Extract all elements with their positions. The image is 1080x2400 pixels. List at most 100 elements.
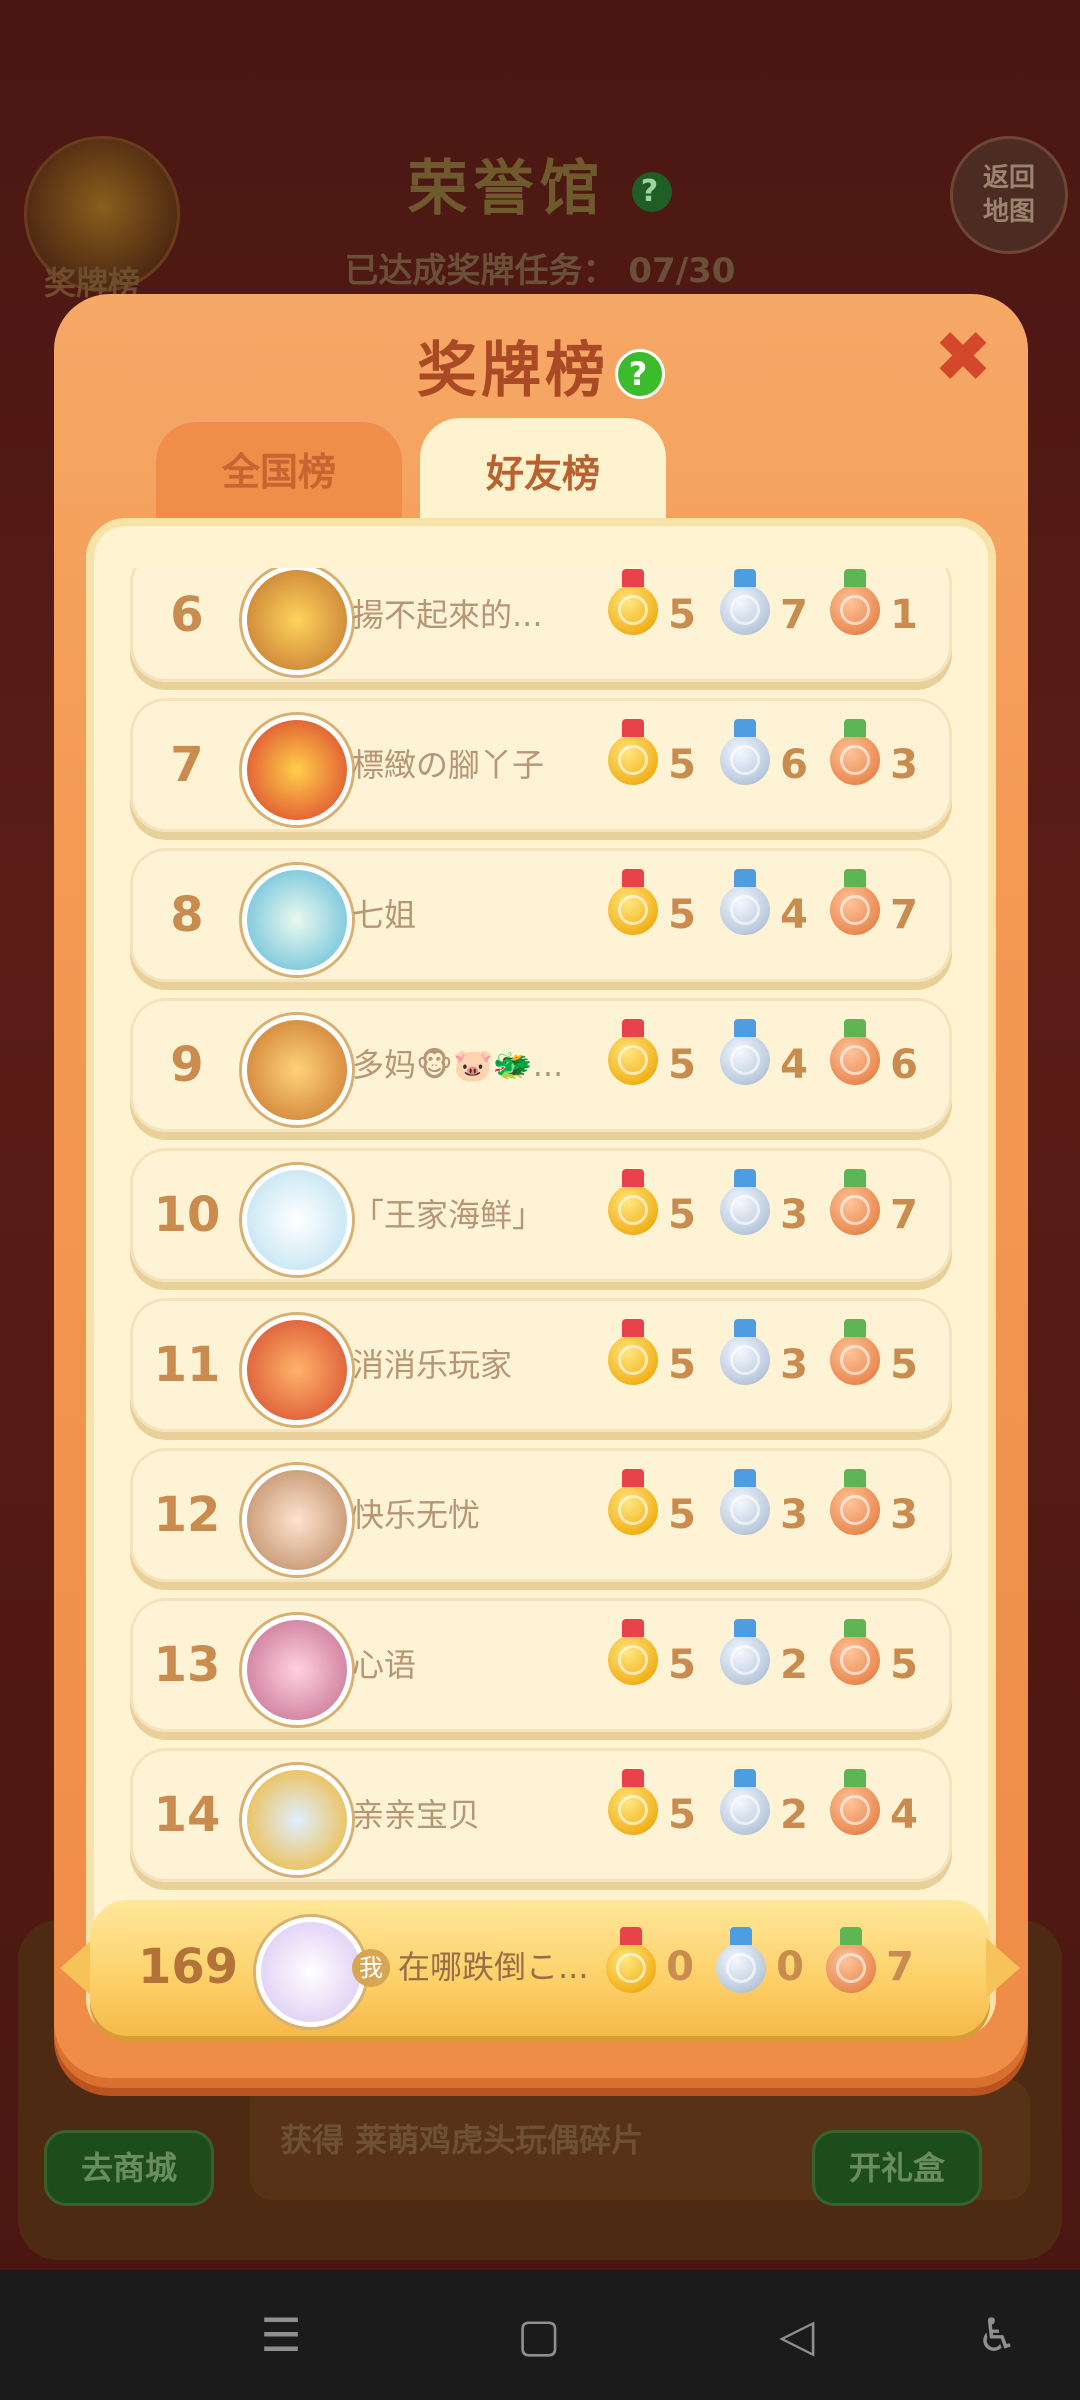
rank-number: 8	[170, 887, 204, 943]
silver-count: 4	[780, 892, 808, 938]
gold-medal-icon	[608, 719, 658, 785]
accessibility-icon[interactable]: ♿	[962, 2300, 1032, 2370]
medal-leaderboard-dialog: 奖牌榜? ✖ 全国榜 好友榜 6 揚不起來的... 5 7 1 7 標緻の腳丫子…	[54, 294, 1028, 2088]
silver-medal-icon	[720, 1619, 770, 1685]
back-to-map-button[interactable]: 返回 地图	[950, 136, 1068, 254]
hall-help-icon[interactable]: ?	[632, 172, 673, 213]
avatar[interactable]	[242, 715, 352, 825]
avatar[interactable]	[242, 1765, 352, 1875]
dialog-title: 奖牌榜?	[54, 322, 1028, 409]
silver-count: 6	[780, 742, 808, 788]
list-item[interactable]: 7 標緻の腳丫子 5 6 3	[130, 698, 952, 832]
bronze-count: 1	[890, 592, 918, 638]
player-name: 多妈🐵🐷🐲...	[352, 1046, 564, 1084]
list-item[interactable]: 14 亲亲宝贝 5 2 4	[130, 1748, 952, 1882]
list-item[interactable]: 6 揚不起來的... 5 7 1	[130, 568, 952, 682]
home-icon[interactable]: ▢	[504, 2300, 574, 2370]
player-name: 消消乐玩家	[352, 1346, 513, 1384]
player-name: 快乐无忧	[352, 1496, 481, 1534]
arrow-right-icon	[986, 1938, 1020, 1998]
me-badge: 我	[352, 1949, 390, 1987]
list-item[interactable]: 8 七姐 5 4 7	[130, 848, 952, 982]
rank-number: 11	[153, 1337, 221, 1393]
bronze-count: 5	[890, 1642, 918, 1688]
silver-count: 3	[780, 1492, 808, 1538]
menu-icon[interactable]: ☰	[246, 2300, 316, 2370]
bronze-medal-icon	[830, 1019, 880, 1085]
avatar[interactable]	[242, 865, 352, 975]
silver-medal-icon	[720, 719, 770, 785]
avatar[interactable]	[242, 1315, 352, 1425]
gold-medal-icon	[608, 1169, 658, 1235]
gold-medal-icon	[608, 1019, 658, 1085]
rank-number: 14	[153, 1787, 221, 1843]
hall-title: 荣誉馆 ?	[0, 140, 1080, 227]
gold-medal-icon	[608, 1469, 658, 1535]
list-item[interactable]: 9 多妈🐵🐷🐲... 5 4 6	[130, 998, 952, 1132]
list-item[interactable]: 11 消消乐玩家 5 3 5	[130, 1298, 952, 1432]
silver-medal-icon	[720, 1319, 770, 1385]
bronze-medal-icon	[826, 1927, 876, 1993]
silver-medal-icon	[716, 1927, 766, 1993]
help-icon[interactable]: ?	[615, 349, 665, 400]
tab-friends[interactable]: 好友榜	[420, 418, 666, 534]
avatar[interactable]	[242, 568, 352, 675]
my-gold-count: 0	[666, 1944, 694, 1990]
gold-count: 5	[668, 592, 696, 638]
shop-button[interactable]: 去商城	[44, 2130, 214, 2206]
close-icon[interactable]: ✖	[928, 322, 998, 392]
gold-count: 5	[668, 742, 696, 788]
leaderboard-list[interactable]: 6 揚不起來的... 5 7 1 7 標緻の腳丫子 5 6 3 8 七姐 5 4…	[130, 568, 952, 1898]
my-bronze-count: 7	[886, 1944, 914, 1990]
arrow-left-icon	[60, 1938, 94, 1998]
silver-count: 3	[780, 1192, 808, 1238]
bronze-medal-icon	[830, 1169, 880, 1235]
gold-medal-icon	[608, 1769, 658, 1835]
tab-national[interactable]: 全国榜	[156, 416, 402, 522]
bronze-count: 3	[890, 742, 918, 788]
my-silver-count: 0	[776, 1944, 804, 1990]
avatar[interactable]	[242, 1465, 352, 1575]
silver-medal-icon	[720, 869, 770, 935]
bronze-count: 3	[890, 1492, 918, 1538]
bronze-count: 7	[890, 892, 918, 938]
bronze-medal-icon	[830, 1619, 880, 1685]
silver-count: 7	[780, 592, 808, 638]
player-name: 標緻の腳丫子	[352, 746, 545, 784]
bronze-medal-icon	[830, 1319, 880, 1385]
bronze-count: 4	[890, 1792, 918, 1838]
gold-medal-icon	[608, 869, 658, 935]
bronze-medal-icon	[830, 569, 880, 635]
player-name: 「王家海鲜」	[352, 1196, 545, 1234]
my-rank-bar[interactable]: 169 我 在哪跌倒こ... 0 0 7	[60, 1900, 1020, 2036]
player-name: 亲亲宝贝	[352, 1796, 481, 1834]
bronze-count: 5	[890, 1342, 918, 1388]
rank-number: 13	[153, 1637, 221, 1693]
bronze-medal-icon	[830, 869, 880, 935]
silver-medal-icon	[720, 569, 770, 635]
my-rank-number: 169	[138, 1939, 239, 1995]
my-avatar[interactable]	[256, 1917, 366, 2027]
avatar[interactable]	[242, 1015, 352, 1125]
silver-medal-icon	[720, 1769, 770, 1835]
gold-medal-icon	[606, 1927, 656, 1993]
bronze-count: 7	[890, 1192, 918, 1238]
rank-number: 7	[170, 737, 204, 793]
list-item[interactable]: 10 「王家海鲜」 5 3 7	[130, 1148, 952, 1282]
gold-count: 5	[668, 1492, 696, 1538]
rank-number: 6	[170, 587, 204, 643]
list-item[interactable]: 13 心语 5 2 5	[130, 1598, 952, 1732]
bronze-medal-icon	[830, 1769, 880, 1835]
back-icon[interactable]: ◁	[762, 2300, 832, 2370]
avatar[interactable]	[242, 1165, 352, 1275]
player-name: 七姐	[352, 896, 417, 934]
silver-count: 2	[780, 1792, 808, 1838]
gift-box-button[interactable]: 开礼盒	[812, 2130, 982, 2206]
silver-count: 4	[780, 1042, 808, 1088]
avatar[interactable]	[242, 1615, 352, 1725]
player-name: 揚不起來的...	[352, 596, 543, 634]
rank-number: 9	[170, 1037, 204, 1093]
list-item[interactable]: 12 快乐无忧 5 3 3	[130, 1448, 952, 1582]
gold-medal-icon	[608, 1319, 658, 1385]
rank-number: 10	[153, 1187, 221, 1243]
